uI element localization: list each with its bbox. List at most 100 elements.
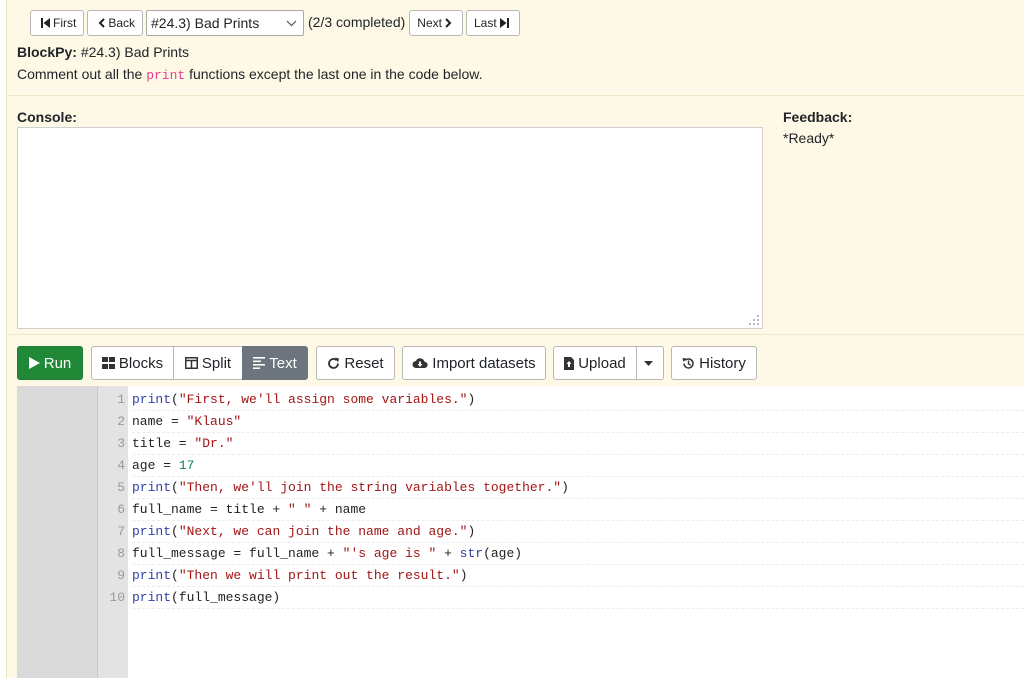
assignment-navigation: First Back #24.3) Bad Prints (2/3 comple… xyxy=(30,10,523,36)
code-text[interactable]: title = "Dr." xyxy=(132,433,1024,455)
code-token: ( xyxy=(171,392,179,407)
line-number: 8 xyxy=(117,546,125,561)
run-button[interactable]: Run xyxy=(17,346,83,380)
code-text[interactable]: full_name = title + " " + name xyxy=(132,499,1024,521)
assignment-select-value: #24.3) Bad Prints xyxy=(151,15,260,31)
chevron-down-icon xyxy=(286,20,297,26)
code-line[interactable]: 10 print(full_message) xyxy=(97,587,1024,609)
code-token: str xyxy=(459,546,484,561)
reset-button[interactable]: Reset xyxy=(316,346,395,380)
code-token: ( xyxy=(171,568,179,583)
line-number: 4 xyxy=(117,458,125,473)
assignment-header: BlockPy: #24.3) Bad Prints xyxy=(17,44,189,60)
assignment-instructions: Comment out all the print functions exce… xyxy=(17,66,483,83)
instructions-code: print xyxy=(146,68,186,83)
code-text[interactable]: full_message = full_name + "'s age is " … xyxy=(132,543,1024,565)
chevron-right-icon xyxy=(445,18,452,28)
back-button[interactable]: Back xyxy=(87,10,144,36)
history-icon xyxy=(682,357,694,369)
history-button[interactable]: History xyxy=(671,346,757,380)
upload-button-label: Upload xyxy=(578,354,626,372)
caret-down-icon xyxy=(643,360,653,366)
code-token: " " xyxy=(288,502,312,517)
resize-grip-icon[interactable] xyxy=(748,314,760,326)
code-token: "Dr." xyxy=(194,436,234,451)
file-upload-icon xyxy=(564,356,575,370)
code-token: print xyxy=(132,392,172,407)
history-button-label: History xyxy=(699,354,746,372)
code-line[interactable]: 4 age = 17 xyxy=(97,455,1024,477)
last-button-label: Last xyxy=(473,16,497,30)
skip-first-icon xyxy=(41,18,50,28)
first-button-label: First xyxy=(53,16,77,30)
first-button[interactable]: First xyxy=(30,10,85,36)
back-button-label: Back xyxy=(108,16,136,30)
code-token: age = xyxy=(132,458,179,473)
upload-button[interactable]: Upload xyxy=(553,346,637,380)
code-token: print xyxy=(132,524,172,539)
code-text[interactable]: print("First, we'll assign some variable… xyxy=(132,389,1024,411)
code-editor[interactable]: 1 print("First, we'll assign some variabl… xyxy=(17,386,1024,678)
code-line[interactable]: 6 full_name = title + " " + name xyxy=(97,499,1024,521)
code-line[interactable]: 8 full_message = full_name + "'s age is "… xyxy=(97,543,1024,565)
line-number: 10 xyxy=(109,590,125,605)
text-mode-button[interactable]: Text xyxy=(242,346,308,380)
code-token: name = xyxy=(132,414,187,429)
line-number: 3 xyxy=(117,436,125,451)
code-token: + xyxy=(436,546,460,561)
code-line[interactable]: 5 print("Then, we'll join the string vari… xyxy=(97,477,1024,499)
upload-dropdown-toggle[interactable] xyxy=(636,346,664,380)
page-left-edge xyxy=(0,0,7,678)
feedback-status: *Ready* xyxy=(783,130,835,146)
split-mode-button[interactable]: Split xyxy=(173,346,243,380)
code-token: ) xyxy=(459,568,468,583)
feedback-label: Feedback: xyxy=(783,109,853,125)
blocks-mode-button[interactable]: Blocks xyxy=(91,346,174,380)
code-token: (age) xyxy=(483,546,523,561)
line-number: 6 xyxy=(117,502,125,517)
code-line[interactable]: 1 print("First, we'll assign some variabl… xyxy=(97,389,1024,411)
code-text[interactable]: print("Then, we'll join the string varia… xyxy=(132,477,1024,499)
code-text[interactable]: print("Next, we can join the name and ag… xyxy=(132,521,1024,543)
console-output[interactable] xyxy=(17,127,763,329)
instructions-text-after: functions except the last one in the cod… xyxy=(189,66,483,82)
next-button[interactable]: Next xyxy=(409,10,463,36)
console-divider xyxy=(7,334,1024,335)
code-token: ) xyxy=(467,392,476,407)
code-text[interactable]: print(full_message) xyxy=(132,587,1024,609)
code-text[interactable]: name = "Klaus" xyxy=(132,411,1024,433)
code-token: ) xyxy=(561,480,569,495)
line-number: 9 xyxy=(117,568,125,583)
code-token: print xyxy=(132,480,172,495)
code-token: "Then we will print out the result." xyxy=(178,568,460,583)
skip-last-icon xyxy=(499,18,509,28)
code-text[interactable]: print("Then we will print out the result… xyxy=(132,565,1024,587)
import-datasets-button[interactable]: Import datasets xyxy=(402,346,546,380)
code-token: full_name = title + xyxy=(132,502,289,517)
instructions-text-before: Comment out all the xyxy=(17,66,143,82)
code-token: "'s age is " xyxy=(342,546,437,561)
assignment-select[interactable]: #24.3) Bad Prints xyxy=(146,10,305,36)
text-mode-label: Text xyxy=(269,354,297,372)
code-token: (full_message) xyxy=(171,590,281,605)
blocks-icon xyxy=(101,357,115,369)
line-number: 2 xyxy=(117,414,125,429)
header-divider xyxy=(7,95,1024,96)
line-number: 7 xyxy=(117,524,125,539)
split-mode-label: Split xyxy=(201,354,232,372)
code-line[interactable]: 2 name = "Klaus" xyxy=(97,411,1024,433)
code-token: "Next, we can join the name and age." xyxy=(178,524,468,539)
code-line[interactable]: 3 title = "Dr." xyxy=(97,433,1024,455)
refresh-icon xyxy=(328,357,340,369)
code-token: ( xyxy=(171,480,179,495)
code-token: "Klaus" xyxy=(186,414,242,429)
code-line[interactable]: 9 print("Then we will print out the resul… xyxy=(97,565,1024,587)
text-align-icon xyxy=(253,357,266,369)
code-text[interactable]: age = 17 xyxy=(132,455,1024,477)
next-button-label: Next xyxy=(417,16,442,30)
editor-side-gutter xyxy=(17,386,97,678)
code-line[interactable]: 7 print("Next, we can join the name and a… xyxy=(97,521,1024,543)
assignment-title: #24.3) Bad Prints xyxy=(80,44,189,60)
line-number: 1 xyxy=(117,392,125,407)
last-button[interactable]: Last xyxy=(465,10,520,36)
